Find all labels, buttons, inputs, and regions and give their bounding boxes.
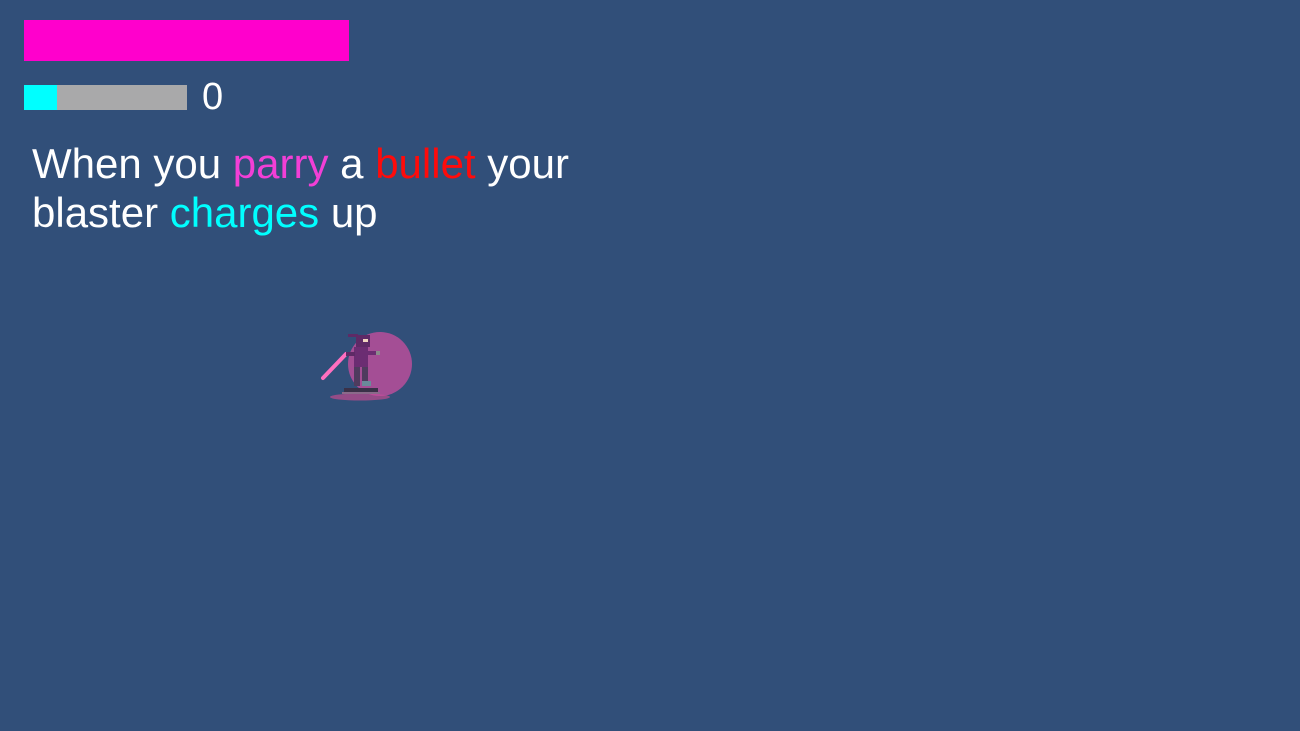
blaster-charge-count: 0 (202, 76, 224, 118)
tutorial-text-segment: a (328, 140, 376, 187)
tutorial-text-segment: When you (32, 140, 233, 187)
blaster-charge-fill (24, 85, 57, 110)
ninja-with-pink-sword-icon (321, 332, 412, 401)
charges-keyword: charges (169, 189, 320, 236)
sword-icon (321, 352, 348, 380)
tutorial-text: When you parry a bullet your blaster cha… (32, 139, 632, 237)
tutorial-text-segment: up (319, 189, 378, 236)
parry-keyword: parry (232, 140, 329, 187)
health-bar (24, 20, 349, 61)
bullet-keyword: bullet (375, 140, 476, 187)
player-character (318, 326, 418, 406)
blaster-charge-bar (24, 85, 187, 110)
